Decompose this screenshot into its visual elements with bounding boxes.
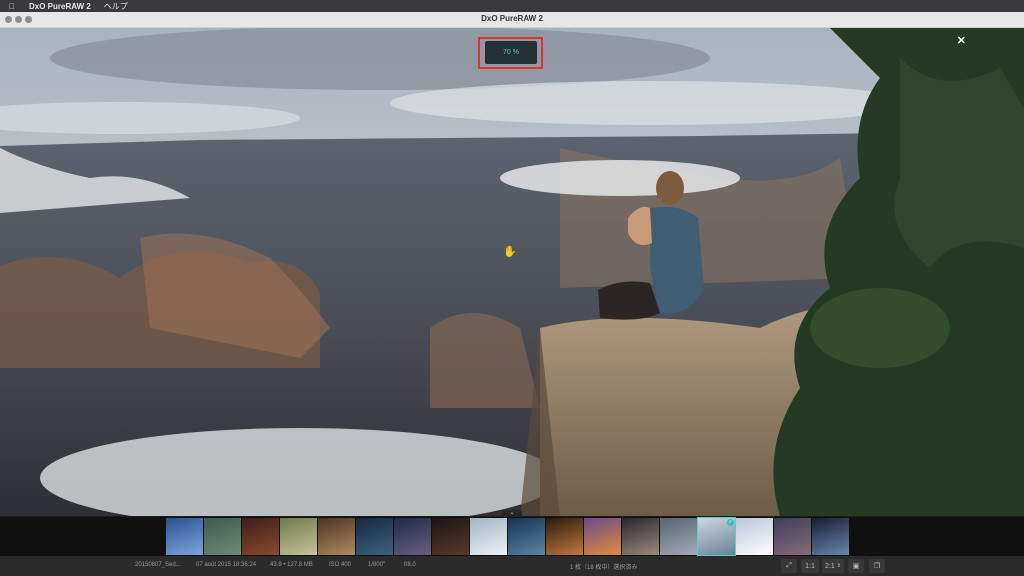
filmstrip-thumbnail[interactable] xyxy=(242,518,279,555)
apple-menu-icon[interactable]:  xyxy=(9,2,17,11)
status-dimensions: 43.9 • 127.8 MB xyxy=(270,562,313,568)
checkmark-icon: ✓ xyxy=(727,519,734,526)
filmstrip-thumbnail[interactable] xyxy=(166,518,203,555)
zoom-step-value: 2:1 xyxy=(825,562,835,570)
filmstrip-thumbnail[interactable] xyxy=(394,518,431,555)
fit-screen-button[interactable]: ⤢ xyxy=(781,559,797,573)
stepper-arrows-icon: ⇕ xyxy=(836,563,841,569)
status-shutter: 1/800" xyxy=(368,562,386,568)
status-aperture: f/8.0 xyxy=(404,562,416,568)
photo-viewer[interactable]: 70 % ✕ ✋ xyxy=(0,28,1024,516)
status-filename: 20150807_Sed... xyxy=(135,562,181,568)
filmstrip-thumbnail[interactable] xyxy=(622,518,659,555)
menu-app-name[interactable]: DxO PureRAW 2 xyxy=(29,2,91,11)
filmstrip: ✓ xyxy=(0,517,1024,556)
zoom-1to1-button[interactable]: 1:1 xyxy=(801,559,819,573)
overlay-button[interactable]: ❐ xyxy=(869,559,885,573)
close-viewer-icon[interactable]: ✕ xyxy=(957,34,966,47)
hand-cursor-icon: ✋ xyxy=(503,246,517,258)
filmstrip-thumbnail[interactable] xyxy=(736,518,773,555)
filmstrip-thumbnail[interactable] xyxy=(546,518,583,555)
filmstrip-thumbnail[interactable] xyxy=(280,518,317,555)
filmstrip-thumbnail[interactable] xyxy=(812,518,849,555)
image-compare-icon: ▣ xyxy=(852,563,860,570)
filmstrip-thumbnail[interactable] xyxy=(508,518,545,555)
status-selection: 1 枚（18 枚中）選択済み xyxy=(570,565,638,571)
filmstrip-thumbnail[interactable] xyxy=(660,518,697,555)
zoom-step-select[interactable]: 2:1 ⇕ xyxy=(822,559,844,573)
menu-help[interactable]: ヘルプ xyxy=(104,1,128,12)
filmstrip-thumbnail[interactable] xyxy=(204,518,241,555)
status-date: 07 août 2015 18:36:24 xyxy=(196,562,257,568)
filmstrip-thumbnail[interactable] xyxy=(356,518,393,555)
expand-icon: ⤢ xyxy=(786,562,792,569)
landscape-photo xyxy=(0,28,1024,516)
filmstrip-thumbnail[interactable]: ✓ xyxy=(697,517,736,556)
filmstrip-thumbnail[interactable] xyxy=(584,518,621,555)
compare-button[interactable]: ▣ xyxy=(848,559,864,573)
filmstrip-thumbnail[interactable] xyxy=(774,518,811,555)
zoom-level-badge: 70 % xyxy=(485,41,537,64)
filmstrip-thumbnail[interactable] xyxy=(318,518,355,555)
status-bar: 20150807_Sed... 07 août 2015 18:36:24 43… xyxy=(0,556,1024,576)
filmstrip-thumbnail[interactable] xyxy=(470,518,507,555)
filmstrip-toggle-chevron-icon[interactable]: ⌄ xyxy=(502,510,522,517)
menu-bar:  DxO PureRAW 2 ヘルプ xyxy=(0,0,1024,12)
window-titlebar: DxO PureRAW 2 xyxy=(0,12,1024,28)
window-title: DxO PureRAW 2 xyxy=(481,14,543,23)
layers-icon: ❐ xyxy=(873,563,881,570)
filmstrip-thumbnail[interactable] xyxy=(432,518,469,555)
status-iso: ISO 400 xyxy=(329,562,352,568)
